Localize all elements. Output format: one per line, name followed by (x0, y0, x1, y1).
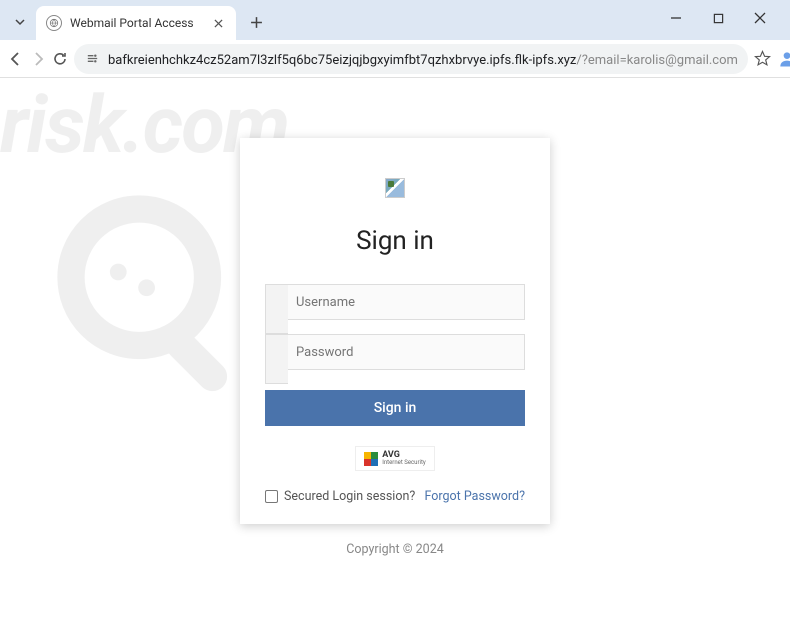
copyright-text: Copyright © 2024 (346, 542, 444, 557)
close-window-button[interactable] (746, 4, 774, 32)
address-bar[interactable]: bafkreienhchkz4cz52am7l3zlf5q6bc75eizjqj… (74, 44, 748, 74)
avg-logo-icon (364, 452, 378, 466)
maximize-button[interactable] (704, 4, 732, 32)
site-settings-icon[interactable] (84, 51, 100, 67)
password-input[interactable] (265, 334, 525, 370)
tab-close-button[interactable] (210, 15, 226, 31)
back-button[interactable] (8, 45, 24, 73)
reload-button[interactable] (52, 45, 68, 73)
page-content: risk.com Sign in Sign in AVG Internet Se… (0, 78, 790, 621)
password-field-wrap (265, 334, 525, 384)
username-field-wrap (265, 284, 525, 334)
new-tab-button[interactable] (242, 8, 270, 36)
browser-titlebar: Webmail Portal Access (0, 0, 790, 40)
minimize-button[interactable] (662, 4, 690, 32)
checkbox-icon (265, 490, 278, 503)
tab-title: Webmail Portal Access (70, 16, 202, 30)
globe-icon (46, 15, 62, 31)
forgot-password-link[interactable]: Forgot Password? (425, 489, 526, 504)
url-path: /?email=karolis@gmail.com (576, 53, 738, 68)
forward-button[interactable] (30, 45, 46, 73)
window-controls (662, 4, 774, 32)
url-text: bafkreienhchkz4cz52am7l3zlf5q6bc75eizjqj… (108, 49, 738, 68)
broken-image-icon (385, 178, 405, 198)
url-host: bafkreienhchkz4cz52am7l3zlf5q6bc75eizjqj… (108, 53, 576, 68)
signin-button[interactable]: Sign in (265, 390, 525, 426)
avg-badge: AVG Internet Security (355, 446, 435, 471)
bookmark-button[interactable] (754, 45, 771, 73)
secured-session-checkbox[interactable]: Secured Login session? (265, 489, 415, 504)
profile-button[interactable] (777, 45, 790, 73)
secured-session-label: Secured Login session? (284, 489, 415, 504)
badge-subtitle: Internet Security (382, 460, 426, 466)
browser-toolbar: bafkreienhchkz4cz52am7l3zlf5q6bc75eizjqj… (0, 40, 790, 78)
browser-tab[interactable]: Webmail Portal Access (36, 6, 236, 40)
tabs-dropdown-button[interactable] (8, 8, 32, 36)
card-footer: Secured Login session? Forgot Password? (265, 489, 525, 504)
username-input[interactable] (265, 284, 525, 320)
login-card: Sign in Sign in AVG Internet Security Se… (240, 138, 550, 524)
signin-heading: Sign in (356, 226, 434, 256)
